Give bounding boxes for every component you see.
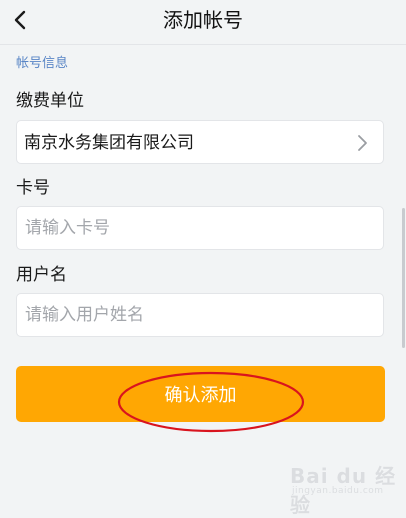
scrollbar bbox=[402, 208, 405, 348]
back-button[interactable] bbox=[6, 6, 34, 34]
section-label-account-info: 帐号信息 bbox=[16, 56, 69, 71]
username-label: 用户名 bbox=[16, 265, 67, 285]
chevron-right-icon bbox=[358, 135, 367, 151]
top-navbar: 添加帐号 bbox=[0, 0, 406, 45]
payment-unit-label: 缴费单位 bbox=[16, 91, 84, 111]
payment-unit-select[interactable]: 南京水务集团有限公司 bbox=[16, 120, 384, 164]
card-number-label: 卡号 bbox=[16, 178, 50, 198]
card-number-input[interactable] bbox=[17, 207, 383, 249]
username-field-box bbox=[16, 293, 384, 337]
page-title: 添加帐号 bbox=[163, 8, 243, 32]
card-number-field-box bbox=[16, 206, 384, 250]
payment-unit-value: 南京水务集团有限公司 bbox=[24, 133, 194, 153]
baidu-jingyan-watermark: Bai du 经验 jingyan.baidu.com bbox=[282, 458, 400, 517]
chevron-left-icon bbox=[14, 10, 26, 30]
username-input[interactable] bbox=[17, 294, 383, 336]
watermark-brand: Bai du 经验 bbox=[290, 464, 397, 517]
confirm-add-button[interactable]: 确认添加 bbox=[16, 366, 385, 422]
watermark-site: jingyan.baidu.com bbox=[292, 486, 384, 496]
